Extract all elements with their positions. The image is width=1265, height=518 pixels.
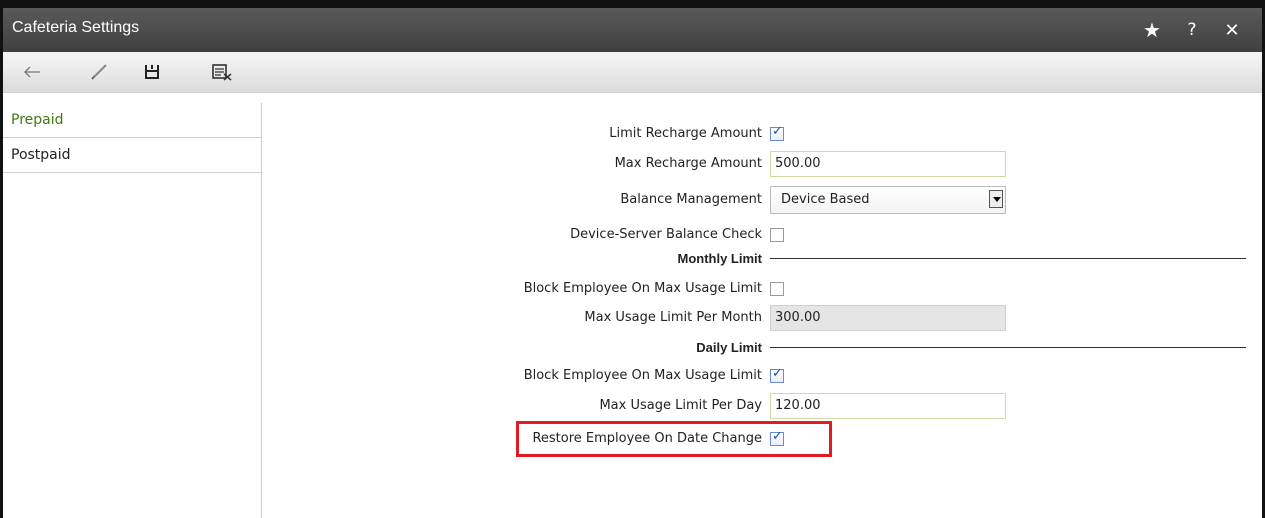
back-arrow-icon[interactable] [19, 60, 45, 84]
daily-limit-heading: Daily Limit [696, 340, 762, 355]
limit-recharge-checkbox[interactable] [770, 124, 784, 141]
daily-max-input[interactable]: 120.00 [770, 393, 1006, 419]
device-server-check-label: Device-Server Balance Check [570, 227, 762, 242]
daily-max-label: Max Usage Limit Per Day [599, 398, 762, 413]
help-icon[interactable]: ? [1172, 17, 1212, 43]
window-title: Cafeteria Settings [12, 19, 140, 36]
monthly-max-label: Max Usage Limit Per Month [584, 310, 762, 325]
daily-block-label: Block Employee On Max Usage Limit [523, 368, 762, 383]
balance-management-label: Balance Management [620, 192, 762, 207]
settings-form: Limit Recharge Amount Max Recharge Amoun… [262, 103, 1262, 518]
monthly-limit-heading: Monthly Limit [677, 251, 763, 266]
balance-management-select[interactable]: Device Based [770, 186, 1006, 214]
max-recharge-input[interactable]: 500.00 [770, 151, 1006, 177]
device-server-check-checkbox[interactable] [770, 228, 784, 242]
highlight-box [516, 421, 832, 457]
sidebar: Prepaid Postpaid [3, 103, 262, 518]
star-icon[interactable]: ★ [1132, 17, 1172, 43]
monthly-max-input[interactable]: 300.00 [770, 305, 1006, 331]
sidebar-item-postpaid[interactable]: Postpaid [3, 138, 261, 173]
save-icon[interactable] [139, 60, 165, 84]
monthly-block-checkbox[interactable] [770, 282, 784, 296]
balance-management-value: Device Based [781, 192, 870, 207]
close-icon[interactable]: ✕ [1212, 17, 1252, 43]
app-window: Cafeteria Settings ★ ? ✕ Prepaid Postpai… [0, 0, 1265, 518]
toolbar [3, 52, 1262, 93]
title-icons: ★ ? ✕ [1132, 17, 1252, 43]
sidebar-item-prepaid[interactable]: Prepaid [3, 103, 261, 138]
dropdown-arrow-icon[interactable] [989, 190, 1003, 208]
monthly-divider [770, 258, 1246, 259]
title-bar: Cafeteria Settings ★ ? ✕ [3, 8, 1262, 52]
edit-pencil-icon[interactable] [87, 60, 113, 84]
limit-recharge-label: Limit Recharge Amount [609, 126, 762, 141]
daily-block-checkbox[interactable] [770, 366, 784, 383]
max-recharge-label: Max Recharge Amount [614, 156, 762, 171]
clear-icon[interactable] [209, 60, 235, 84]
monthly-block-label: Block Employee On Max Usage Limit [523, 281, 762, 296]
daily-divider [770, 347, 1246, 348]
